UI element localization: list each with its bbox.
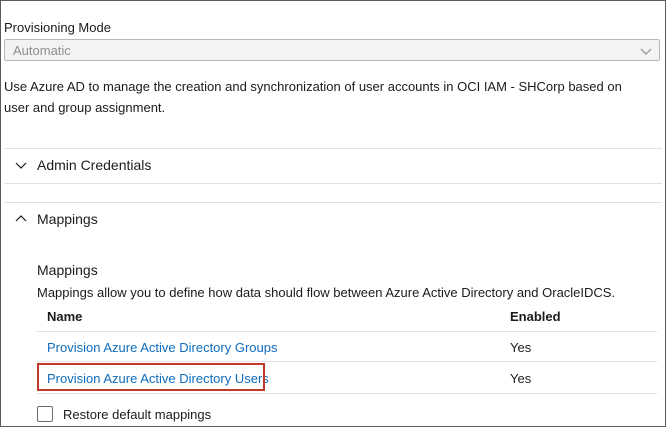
column-header-name: Name bbox=[47, 309, 83, 324]
chevron-down-icon bbox=[15, 162, 27, 169]
divider bbox=[4, 202, 662, 203]
table-divider bbox=[37, 393, 657, 394]
mappings-title: Mappings bbox=[37, 262, 98, 278]
provisioning-description: Use Azure AD to manage the creation and … bbox=[4, 79, 622, 115]
divider bbox=[4, 148, 662, 149]
restore-default-checkbox[interactable] bbox=[37, 406, 53, 422]
chevron-down-icon bbox=[640, 48, 652, 55]
mappings-description: Mappings allow you to define how data sh… bbox=[37, 285, 616, 300]
provisioning-mode-label: Provisioning Mode bbox=[4, 20, 111, 35]
column-header-enabled: Enabled bbox=[510, 309, 561, 324]
restore-default-label: Restore default mappings bbox=[63, 407, 212, 422]
mappings-section-header[interactable]: Mappings bbox=[15, 211, 98, 227]
provisioning-mode-value: Automatic bbox=[13, 43, 71, 58]
mapping-enabled-value: Yes bbox=[510, 340, 532, 355]
table-divider bbox=[37, 361, 657, 362]
mapping-link-groups[interactable]: Provision Azure Active Directory Groups bbox=[47, 340, 277, 355]
admin-credentials-header[interactable]: Admin Credentials bbox=[15, 157, 151, 173]
divider bbox=[4, 183, 662, 184]
chevron-up-icon bbox=[15, 215, 27, 222]
mappings-section-label: Mappings bbox=[37, 211, 98, 227]
provisioning-panel: Provisioning Mode Automatic Use Azure AD… bbox=[0, 0, 666, 427]
admin-credentials-label: Admin Credentials bbox=[37, 157, 152, 173]
provisioning-mode-select[interactable]: Automatic bbox=[4, 39, 660, 61]
table-row: Provision Azure Active Directory Groups … bbox=[1, 332, 665, 361]
mapping-enabled-value: Yes bbox=[510, 371, 532, 386]
highlight-box bbox=[37, 363, 265, 391]
